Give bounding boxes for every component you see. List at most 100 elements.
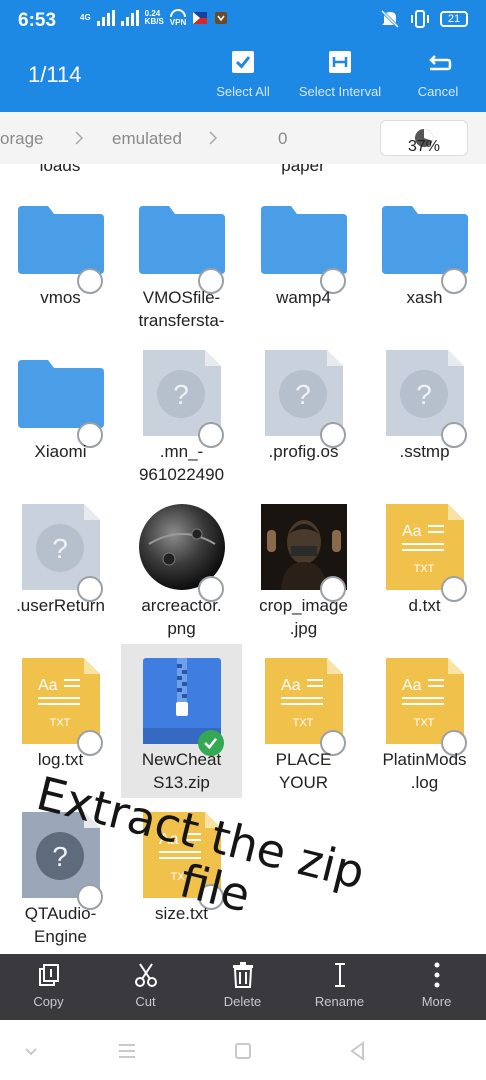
- file-item[interactable]: wamp4: [243, 182, 364, 336]
- copy-label: Copy: [33, 994, 64, 1009]
- cut-label: Cut: [135, 994, 156, 1009]
- file-name: .profig.os: [268, 442, 339, 461]
- more-button[interactable]: More: [388, 954, 485, 1020]
- selection-action-bar: 1/114 Select All Select Interval Cancel: [0, 40, 486, 112]
- home-icon[interactable]: [230, 1038, 256, 1064]
- cancel-label: Cancel: [417, 84, 459, 99]
- cut-off-label: paper: [281, 164, 325, 175]
- file-name: VMOSfile- transfersta-: [138, 288, 225, 330]
- svg-text:Aa: Aa: [402, 677, 422, 694]
- text-cursor-icon: [334, 963, 345, 987]
- chevron-right-icon: [209, 131, 218, 145]
- file-item[interactable]: Aa TXT log.txt: [0, 644, 121, 798]
- file-item[interactable]: Aa TXT PLACE YOUR: [243, 644, 364, 798]
- select-interval-label: Select Interval: [298, 84, 382, 99]
- system-navigation-bar: [0, 1020, 486, 1080]
- file-name: wamp4: [276, 288, 331, 307]
- svg-text:TXT: TXT: [414, 717, 435, 729]
- shield-app-icon: [215, 12, 228, 24]
- back-icon[interactable]: [345, 1038, 371, 1064]
- file-name: PLACE YOUR: [275, 750, 332, 792]
- file-item[interactable]: VMOSfile- transfersta-: [121, 182, 242, 336]
- file-name: d.txt: [408, 596, 441, 615]
- file-name: vmos: [40, 288, 81, 307]
- recent-apps-icon[interactable]: [114, 1038, 140, 1064]
- file-item[interactable]: xash: [364, 182, 485, 336]
- file-item[interactable]: ? .sstmp: [364, 336, 485, 490]
- file-item[interactable]: arcreactor. png: [121, 490, 242, 644]
- signal-2-icon: [120, 10, 139, 26]
- battery-level: 21: [447, 13, 461, 25]
- copy-button[interactable]: Copy: [0, 954, 97, 1020]
- cut-off-label: loads: [39, 164, 81, 175]
- file-operations-toolbar: Copy Cut Delete Rename More: [0, 954, 486, 1020]
- interval-icon: [329, 51, 351, 73]
- file-name: NewCheat S13.zip: [141, 750, 222, 792]
- scissors-icon: [134, 963, 157, 987]
- svg-text:Aa: Aa: [402, 523, 422, 540]
- svg-text:?: ?: [416, 379, 432, 410]
- svg-text:Aa: Aa: [159, 831, 179, 848]
- svg-text:Aa: Aa: [38, 677, 58, 694]
- speed-unit: KB/S: [144, 17, 164, 26]
- mute-icon: [380, 9, 400, 29]
- breadcrumb-item-emulated[interactable]: emulated: [112, 129, 182, 149]
- file-grid: loads paper vmos VMOSfile- transfersta-wa…: [0, 164, 486, 954]
- breadcrumb-item-storage[interactable]: orage: [0, 129, 43, 149]
- svg-text:?: ?: [173, 379, 189, 410]
- file-name: log.txt: [37, 750, 84, 769]
- file-name: .userReturn: [16, 596, 105, 615]
- svg-text:TXT: TXT: [414, 563, 435, 575]
- breadcrumb-item-current[interactable]: 0: [278, 129, 287, 149]
- file-item[interactable]: NewCheat S13.zip: [121, 644, 242, 798]
- file-name: arcreactor. png: [141, 596, 222, 638]
- cancel-button[interactable]: Cancel: [388, 48, 486, 99]
- svg-text:?: ?: [52, 841, 68, 872]
- select-interval-button[interactable]: Select Interval: [290, 48, 390, 99]
- network-type: 4G: [80, 13, 91, 22]
- battery-icon: 21: [440, 11, 468, 27]
- rename-label: Rename: [314, 994, 365, 1009]
- status-bar: 6:53 4G 0.24 KB/S VPN 21: [0, 0, 486, 40]
- file-name: crop_image .jpg: [259, 596, 348, 638]
- svg-text:TXT: TXT: [293, 717, 314, 729]
- checkbox-icon: [232, 51, 254, 73]
- file-item[interactable]: vmos: [0, 182, 121, 336]
- file-item[interactable]: Aa TXT d.txt: [364, 490, 485, 644]
- file-item[interactable]: Xiaomi: [0, 336, 121, 490]
- chevron-right-icon: [75, 131, 84, 145]
- signal-icon: [96, 10, 115, 26]
- flag-icon: [193, 12, 208, 24]
- file-name: PlatinMods .log: [382, 750, 467, 792]
- delete-label: Delete: [223, 994, 262, 1009]
- svg-text:TXT: TXT: [50, 717, 71, 729]
- file-name: .mn_- 961022490: [138, 442, 225, 484]
- file-item[interactable]: ? .userReturn: [0, 490, 121, 644]
- file-item[interactable]: ? QTAudio- Engine: [0, 798, 121, 952]
- return-icon: [429, 55, 452, 71]
- svg-text:TXT: TXT: [171, 871, 192, 883]
- selection-count: 1/114: [28, 62, 82, 87]
- cut-button[interactable]: Cut: [97, 954, 194, 1020]
- file-item[interactable]: ? .profig.os: [243, 336, 364, 490]
- file-item[interactable]: Aa TXT PlatinMods .log: [364, 644, 485, 798]
- svg-text:Aa: Aa: [281, 677, 301, 694]
- select-all-label: Select All: [216, 84, 270, 99]
- vpn-label: VPN: [169, 18, 187, 27]
- trash-icon: [232, 962, 253, 988]
- svg-text:?: ?: [295, 379, 311, 410]
- storage-usage-badge[interactable]: 37%: [380, 120, 468, 156]
- file-item[interactable]: Aa TXT size.txt: [121, 798, 242, 952]
- file-name: QTAudio- Engine: [24, 904, 97, 946]
- hide-keyboard-icon[interactable]: [18, 1038, 44, 1064]
- rename-button[interactable]: Rename: [291, 954, 388, 1020]
- delete-button[interactable]: Delete: [194, 954, 291, 1020]
- file-item[interactable]: ? .mn_- 961022490: [121, 336, 242, 490]
- more-vertical-icon: [434, 962, 439, 988]
- select-all-button[interactable]: Select All: [193, 48, 293, 99]
- file-item[interactable]: crop_image .jpg: [243, 490, 364, 644]
- more-label: More: [421, 994, 452, 1009]
- file-name: Xiaomi: [34, 442, 87, 461]
- vibrate-icon: [411, 10, 429, 28]
- svg-text:?: ?: [52, 533, 68, 564]
